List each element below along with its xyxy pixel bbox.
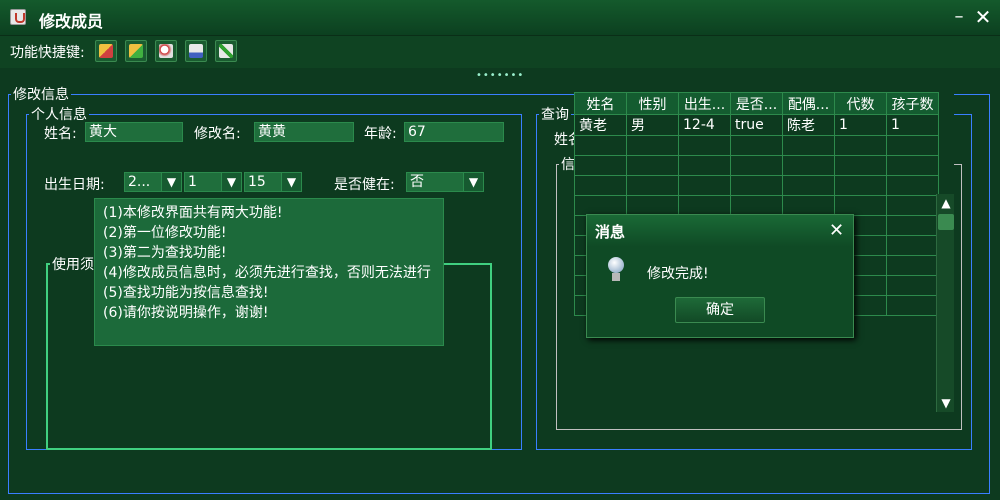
personal-info-legend: 个人信息	[31, 107, 87, 123]
chevron-up-icon[interactable]: ▲	[937, 194, 955, 212]
message-dialog: 消息 ✕ 修改完成! 确定	[586, 214, 854, 338]
toolbar: 功能快捷键:	[0, 36, 1000, 68]
column-header-spouse[interactable]: 配偶...	[782, 92, 835, 115]
modify-info-legend: 修改信息	[13, 87, 69, 103]
note-line-6: (6)请你按说明操作，谢谢!	[103, 305, 269, 321]
column-header-name[interactable]: 姓名	[574, 92, 627, 115]
birth-day-value: 15	[248, 174, 266, 190]
table-cell: 男	[626, 114, 679, 136]
alive-select[interactable]: 否 ▼	[406, 172, 484, 192]
column-header-gender[interactable]: 性别	[626, 92, 679, 115]
table-row	[574, 195, 939, 216]
column-header-children[interactable]: 孩子数	[886, 92, 939, 115]
table-scrollbar[interactable]: ▲ ▼	[936, 194, 954, 412]
close-window-button[interactable]: ✕	[972, 6, 994, 28]
dialog-message: 修改完成!	[647, 266, 709, 282]
window-title: 修改成员	[39, 12, 104, 31]
search-member-button[interactable]	[155, 40, 177, 62]
table-cell: true	[730, 114, 783, 136]
birth-month-select[interactable]: 1 ▼	[184, 172, 242, 192]
birth-day-select[interactable]: 15 ▼	[244, 172, 302, 192]
note-line-3: (3)第二为查找功能!	[103, 245, 227, 261]
chevron-down-icon[interactable]: ▼	[937, 394, 955, 412]
java-app-icon	[10, 9, 26, 25]
search-icon	[159, 44, 173, 58]
table-row	[574, 175, 939, 196]
edit-member-button[interactable]	[185, 40, 207, 62]
usage-notes-textarea[interactable]: (1)本修改界面共有两大功能! (2)第一位修改功能! (3)第二为查找功能! …	[94, 198, 444, 346]
table-cell: 黄老	[574, 114, 627, 136]
note-line-2: (2)第一位修改功能!	[103, 225, 227, 241]
toolbar-label: 功能快捷键:	[10, 45, 85, 61]
age-label: 年龄:	[364, 126, 397, 142]
chevron-down-icon: ▼	[221, 173, 241, 191]
name-input[interactable]: 黄大	[85, 122, 183, 142]
table-cell: 1	[834, 114, 887, 136]
table-cell: 12-4	[678, 114, 731, 136]
alive-value: 否	[410, 174, 424, 190]
new-name-label: 修改名:	[194, 126, 241, 142]
column-header-alive[interactable]: 是否...	[730, 92, 783, 115]
column-header-generation[interactable]: 代数	[834, 92, 887, 115]
name-label: 姓名:	[44, 126, 77, 142]
age-input[interactable]: 67	[404, 122, 504, 142]
birth-year-select[interactable]: 2... ▼	[124, 172, 182, 192]
table-header-row: 姓名 性别 出生... 是否... 配偶... 代数 孩子数	[574, 92, 939, 115]
dialog-title: 消息	[595, 223, 626, 241]
lightbulb-icon	[605, 257, 627, 285]
delete-member-button[interactable]	[95, 40, 117, 62]
title-bar: 修改成员 – ✕	[0, 0, 1000, 36]
alive-label: 是否健在:	[334, 177, 395, 193]
add-member-button[interactable]	[125, 40, 147, 62]
pencil-button[interactable]	[215, 40, 237, 62]
table-row	[574, 155, 939, 176]
note-line-4: (4)修改成员信息时，必须先进行查找，否则无法进行	[103, 265, 431, 281]
birth-year-value: 2...	[128, 174, 151, 190]
delete-member-icon	[99, 44, 113, 58]
birth-date-label: 出生日期:	[44, 177, 105, 193]
table-cell: 1	[886, 114, 939, 136]
note-line-1: (1)本修改界面共有两大功能!	[103, 205, 283, 221]
dialog-title-bar: 消息 ✕	[587, 215, 853, 247]
edit-icon	[189, 44, 203, 58]
minimize-button[interactable]: –	[948, 6, 970, 28]
ok-button[interactable]: 确定	[675, 297, 765, 323]
table-row[interactable]: 黄老 男 12-4 true 陈老 1 1	[574, 114, 939, 136]
scrollbar-thumb[interactable]	[938, 214, 954, 230]
table-row	[574, 135, 939, 156]
column-header-birth[interactable]: 出生...	[678, 92, 731, 115]
birth-month-value: 1	[188, 174, 197, 190]
query-legend: 查询	[541, 107, 569, 123]
table-cell: 陈老	[782, 114, 835, 136]
chevron-down-icon: ▼	[281, 173, 301, 191]
note-line-5: (5)查找功能为按信息查找!	[103, 285, 269, 301]
new-name-input[interactable]: 黄黄	[254, 122, 354, 142]
chevron-down-icon: ▼	[463, 173, 483, 191]
add-member-icon	[129, 44, 143, 58]
pencil-icon	[219, 44, 233, 58]
chevron-down-icon: ▼	[161, 173, 181, 191]
dialog-close-icon[interactable]: ✕	[829, 220, 844, 241]
